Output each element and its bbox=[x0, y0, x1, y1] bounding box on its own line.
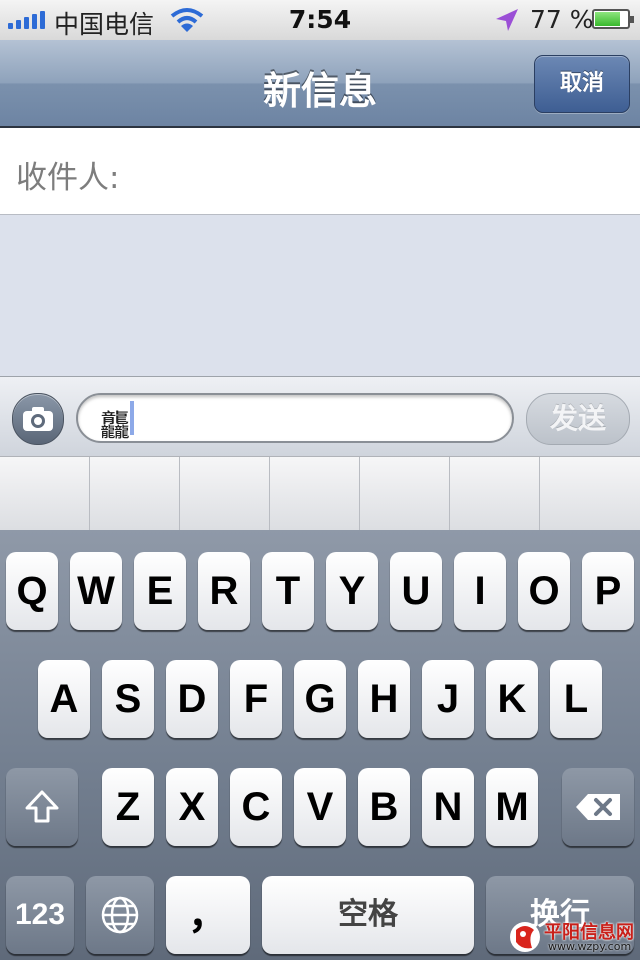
key-j[interactable]: J bbox=[422, 660, 474, 738]
key-o[interactable]: O bbox=[518, 552, 570, 630]
candidate-slot[interactable] bbox=[180, 457, 270, 530]
key-x[interactable]: X bbox=[166, 768, 218, 846]
candidate-bar bbox=[0, 456, 640, 531]
battery-percent: 77 % bbox=[530, 5, 594, 34]
candidate-slot[interactable] bbox=[270, 457, 360, 530]
key-e[interactable]: E bbox=[134, 552, 186, 630]
backspace-icon bbox=[576, 794, 620, 820]
location-icon bbox=[496, 9, 518, 31]
key-n[interactable]: N bbox=[422, 768, 474, 846]
shift-icon bbox=[25, 790, 59, 823]
key-v[interactable]: V bbox=[294, 768, 346, 846]
key-y[interactable]: Y bbox=[326, 552, 378, 630]
key-g[interactable]: G bbox=[294, 660, 346, 738]
candidate-slot[interactable] bbox=[0, 457, 90, 530]
keyboard: Q W E R T Y U I O P A S D F G H J K L Z … bbox=[0, 530, 640, 960]
key-d[interactable]: D bbox=[166, 660, 218, 738]
key-h[interactable]: H bbox=[358, 660, 410, 738]
key-r[interactable]: R bbox=[198, 552, 250, 630]
key-w[interactable]: W bbox=[70, 552, 122, 630]
message-text: 龘 bbox=[100, 409, 130, 444]
key-b[interactable]: B bbox=[358, 768, 410, 846]
key-q[interactable]: Q bbox=[6, 552, 58, 630]
space-key[interactable]: 空格 bbox=[262, 876, 474, 954]
watermark-logo: 平阳信息网 www.wzpy.com bbox=[508, 918, 638, 956]
message-input[interactable]: 龘 bbox=[76, 393, 514, 444]
key-m[interactable]: M bbox=[486, 768, 538, 846]
key-a[interactable]: A bbox=[38, 660, 90, 738]
globe-key[interactable] bbox=[86, 876, 154, 954]
key-l[interactable]: L bbox=[550, 660, 602, 738]
battery-icon bbox=[592, 9, 634, 29]
key-t[interactable]: T bbox=[262, 552, 314, 630]
candidate-slot[interactable] bbox=[540, 457, 639, 530]
send-button[interactable]: 发送 bbox=[526, 393, 630, 445]
compose-bar: 龘 发送 bbox=[0, 376, 640, 457]
watermark-url: www.wzpy.com bbox=[548, 940, 632, 953]
key-k[interactable]: K bbox=[486, 660, 538, 738]
recipient-field[interactable]: 收件人: bbox=[0, 128, 640, 215]
key-u[interactable]: U bbox=[390, 552, 442, 630]
key-z[interactable]: Z bbox=[102, 768, 154, 846]
brand-logo-icon bbox=[510, 922, 540, 952]
key-c[interactable]: C bbox=[230, 768, 282, 846]
comma-key[interactable]: ， bbox=[166, 876, 250, 954]
nav-bar: 新信息 取消 bbox=[0, 40, 640, 128]
backspace-key[interactable] bbox=[562, 768, 634, 846]
candidate-slot[interactable] bbox=[360, 457, 450, 530]
recipient-label: 收件人: bbox=[16, 160, 120, 196]
key-p[interactable]: P bbox=[582, 552, 634, 630]
numbers-key[interactable]: 123 bbox=[6, 876, 74, 954]
candidate-slot[interactable] bbox=[450, 457, 540, 530]
globe-icon bbox=[101, 896, 139, 934]
cancel-button[interactable]: 取消 bbox=[534, 55, 630, 113]
key-i[interactable]: I bbox=[454, 552, 506, 630]
shift-key[interactable] bbox=[6, 768, 78, 846]
text-cursor bbox=[130, 401, 134, 435]
status-bar: 中国电信 7:54 77 % bbox=[0, 0, 640, 41]
camera-button[interactable] bbox=[12, 393, 64, 445]
camera-icon bbox=[23, 407, 53, 431]
message-thread-area bbox=[0, 215, 640, 376]
candidate-slot[interactable] bbox=[90, 457, 180, 530]
key-s[interactable]: S bbox=[102, 660, 154, 738]
key-f[interactable]: F bbox=[230, 660, 282, 738]
